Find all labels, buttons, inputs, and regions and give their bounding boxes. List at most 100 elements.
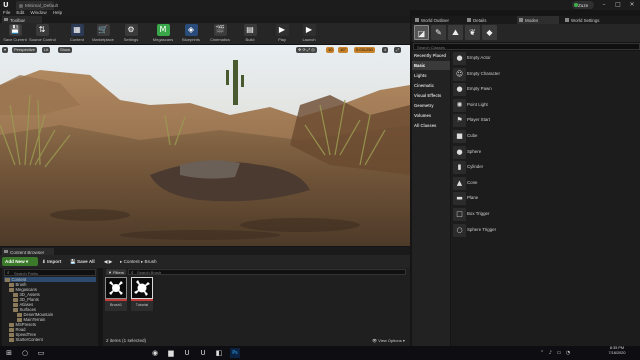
history-nav[interactable]: ◀ ▶ — [104, 257, 112, 266]
toolbar-button-label: Build — [245, 37, 255, 42]
foliage-mode-icon[interactable]: ❦ — [465, 25, 480, 40]
tab-modes[interactable]: Modes — [517, 16, 559, 24]
asset-tile[interactable]: Tutorial — [131, 277, 153, 312]
search-classes-input[interactable]: Search Classes — [413, 43, 640, 50]
scale-snap-button[interactable]: 0.031250 — [354, 47, 375, 53]
place-mode-icon[interactable]: ◪ — [414, 25, 429, 40]
tab-details[interactable]: Details — [465, 16, 517, 24]
cinematics-button[interactable]: 🎬 Cinematics — [207, 24, 233, 45]
placeable-item[interactable]: ● Sphere — [452, 145, 640, 160]
breadcrumb-brush[interactable]: Brush — [145, 259, 157, 264]
category-item[interactable]: Cinematic — [412, 81, 450, 90]
placeable-item[interactable]: ▬ Plane — [452, 191, 640, 206]
placeable-item[interactable]: ⚑ Player Start — [452, 113, 640, 128]
lit-button[interactable]: Lit — [42, 47, 51, 53]
placeable-item[interactable]: ▮ Cylinder — [452, 160, 640, 175]
camera-speed-button[interactable]: 4 — [382, 47, 389, 53]
level-icon — [19, 4, 23, 8]
geometry-mode-icon[interactable]: ◆ — [482, 25, 497, 40]
tab-world-settings[interactable]: World Settings — [563, 16, 609, 24]
clock[interactable]: 8:35 PM 7/16/2020 — [600, 346, 634, 360]
level-tab-label: Minimal_Default — [25, 3, 58, 8]
system-tray[interactable]: ⌃ ♪ ▭ ◔ — [540, 348, 596, 358]
blueprints-button[interactable]: ◈ Blueprints — [178, 24, 204, 45]
windows-start-icon[interactable]: ⊞ — [4, 348, 14, 358]
category-item[interactable]: Visual Effects — [412, 91, 450, 100]
app-icon[interactable]: ◧ — [214, 348, 224, 358]
category-item[interactable]: Lights — [412, 71, 450, 80]
maximize-button[interactable]: □ — [611, 0, 625, 9]
explorer-icon[interactable]: ▆ — [166, 348, 176, 358]
viewport-options-button[interactable]: ▾ — [2, 47, 9, 53]
megascans-button[interactable]: M Megascans — [150, 24, 176, 45]
category-item[interactable]: Basic — [412, 61, 450, 70]
toolbar-button-label: Marketplace — [92, 37, 114, 42]
filters-button[interactable]: ▼ Filters — [106, 269, 126, 275]
save-all-button[interactable]: 💾 Save All — [70, 257, 95, 266]
placeable-item[interactable]: ○ Sphere Trigger — [452, 223, 640, 238]
placeable-item-label: Point Light — [467, 101, 488, 107]
placeable-item[interactable]: ● Empty Actor — [452, 51, 640, 66]
landscape-mode-icon[interactable]: ⛰ — [448, 25, 463, 40]
close-button[interactable]: ✕ — [625, 0, 639, 9]
show-button[interactable]: Show — [58, 47, 73, 53]
content-button[interactable]: ▦ Content — [64, 24, 90, 45]
add-new-button[interactable]: Add New ▾ — [2, 257, 38, 266]
toolbar-tab[interactable]: Toolbar — [2, 16, 42, 23]
unreal-editor-icon[interactable]: U — [198, 348, 208, 358]
photoshop-icon[interactable]: Ps — [230, 348, 240, 358]
user-badge[interactable]: Zuze — [572, 1, 594, 9]
chrome-icon[interactable]: ◉ — [150, 348, 160, 358]
unreal-logo-icon[interactable]: U — [3, 1, 11, 9]
source-control-button[interactable]: ⇅ Source Control — [29, 24, 56, 45]
placeable-item[interactable]: □ Box Trigger — [452, 207, 640, 222]
task-view-icon[interactable]: ▭ — [36, 348, 46, 358]
transform-tools[interactable]: ✥ ⟳ ⤢ ◎ — [296, 47, 317, 53]
folder-label: StarterContent — [15, 337, 43, 342]
unreal-icon[interactable]: U — [182, 348, 192, 358]
tab-label: World Settings — [571, 17, 600, 23]
category-item[interactable]: All Classes — [412, 121, 450, 130]
placeable-item[interactable]: ✺ Point Light — [452, 98, 640, 113]
rotation-snap-button[interactable]: 10° — [338, 47, 349, 53]
category-item[interactable]: Geometry — [412, 101, 450, 110]
placeable-item[interactable]: ■ Cube — [452, 129, 640, 144]
play-icon: ▶ — [275, 24, 289, 36]
breadcrumb-content[interactable]: Content — [124, 259, 140, 264]
asset-tile[interactable]: Brush1 — [105, 277, 127, 312]
save-button[interactable]: 💾 Save Current — [2, 24, 28, 45]
search-paths-input[interactable]: ⌕ Search Paths — [4, 269, 96, 276]
folder-tree-item[interactable]: StarterContent — [4, 337, 96, 342]
maximize-viewport-button[interactable]: ⤢ — [394, 47, 402, 53]
modes-bar — [412, 24, 640, 42]
build-button[interactable]: ▤ Build — [237, 24, 263, 45]
search-icon: ⌕ — [131, 270, 134, 276]
desert-scene — [0, 45, 410, 246]
launch-button[interactable]: ▶ Launch — [296, 24, 322, 45]
marketplace-button[interactable]: 🛒 Marketplace — [90, 24, 116, 45]
breadcrumb: ▸ Content ▸ Brush — [120, 259, 157, 264]
category-item[interactable]: Recently Placed — [412, 51, 450, 60]
content-browser-tab[interactable]: Content Browser — [2, 248, 54, 255]
placeable-item-label: Player Start — [467, 117, 490, 123]
import-button[interactable]: ⬇ Import — [42, 257, 61, 266]
level-viewport[interactable] — [0, 45, 410, 246]
settings-button[interactable]: ⚙ Settings — [118, 24, 144, 45]
tab-label: Details — [473, 17, 487, 23]
paint-mode-icon[interactable]: ✎ — [431, 25, 446, 40]
minimize-button[interactable]: – — [597, 0, 611, 9]
placeable-item[interactable]: ▲ Cone — [452, 176, 640, 191]
title-bar — [0, 0, 640, 10]
search-assets-input[interactable]: ⌕ Search Brush — [128, 269, 406, 276]
category-item[interactable]: Volumes — [412, 111, 450, 120]
search-assets-placeholder: Search Brush — [137, 270, 162, 275]
view-options-button[interactable]: 👁 View Options ▾ — [372, 338, 405, 343]
placeable-item[interactable]: ● Empty Pawn — [452, 82, 640, 97]
level-tab[interactable]: Minimal_Default — [16, 1, 58, 10]
placeable-item[interactable]: ☺ Empty Character — [452, 67, 640, 82]
view-mode-button[interactable]: Perspective — [12, 47, 37, 53]
search-icon[interactable]: ○ — [20, 348, 30, 358]
play-button[interactable]: ▶ Play — [269, 24, 295, 45]
tab-world-outliner[interactable]: World Outliner — [413, 16, 465, 24]
grid-snap-button[interactable]: 10 — [326, 47, 335, 53]
